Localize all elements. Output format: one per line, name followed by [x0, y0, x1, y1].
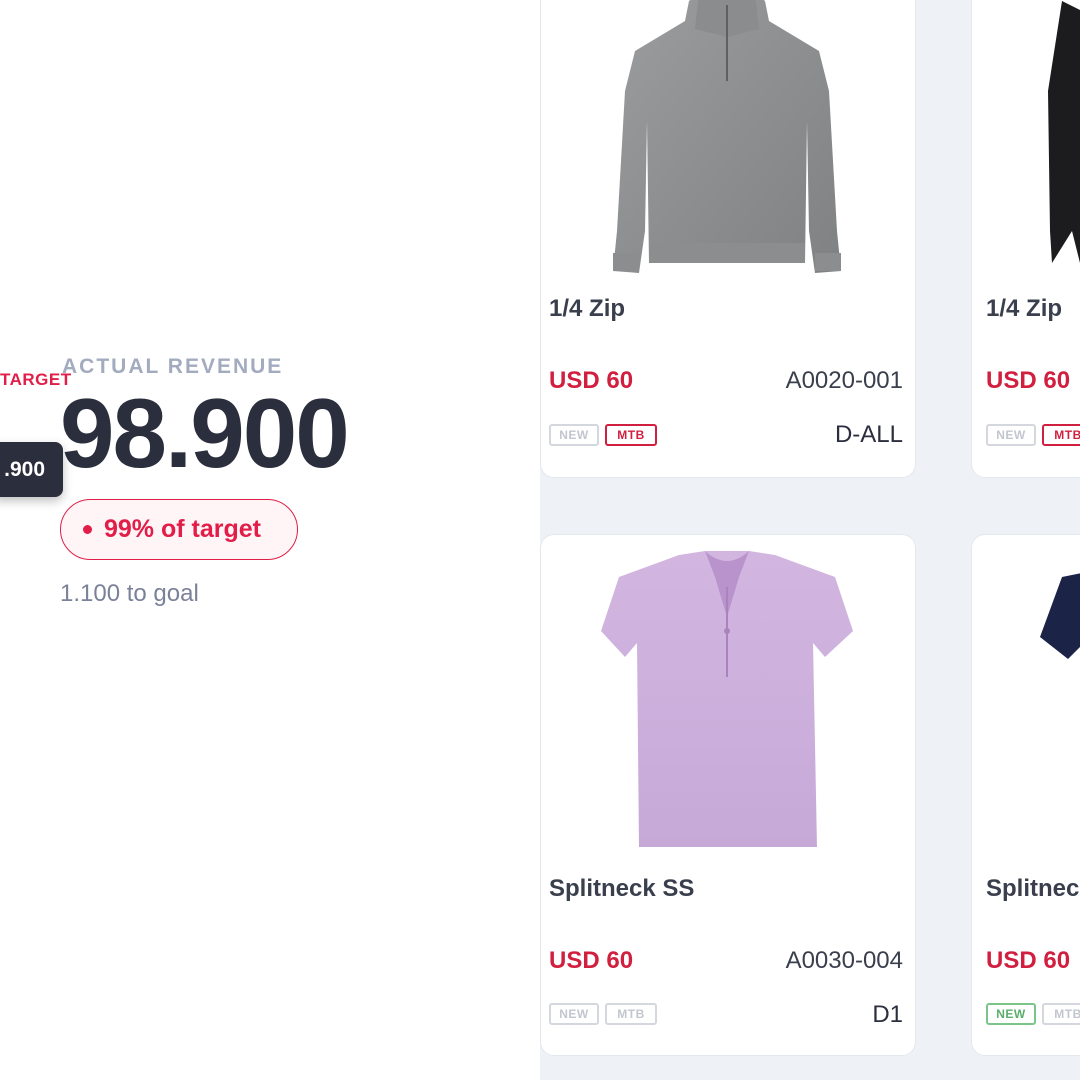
mtb-tag: MTB [605, 1003, 657, 1025]
product-name: 1/4 Zip [549, 295, 626, 322]
mtb-tag: MTB [605, 424, 657, 446]
new-tag: NEW [549, 424, 599, 446]
product-price: USD 60 [549, 367, 634, 394]
new-tag: NEW [986, 424, 1036, 446]
product-name: 1/4 Zip [986, 295, 1063, 322]
product-name: Splitneck SS [549, 875, 695, 902]
actual-revenue-value: 98.900 [60, 378, 350, 488]
new-tag: NEW [986, 1003, 1036, 1025]
stage: TARGET ACTUAL REVENUE 98.900 .900 99% of… [0, 0, 1080, 1080]
target-tooltip-value: .900 [4, 457, 45, 481]
lilac-splitneck-blouse-image [601, 551, 853, 847]
mtb-tag: MTB [1042, 424, 1080, 446]
target-percentage-badge: 99% of target [60, 499, 298, 560]
to-goal-text: 1.100 to goal [60, 580, 199, 607]
target-percentage-text: 99% of target [104, 515, 261, 543]
product-card[interactable]: 1/4 Zip USD 60 A0020-001 NEW MTB D-ALL [540, 0, 916, 478]
product-sku: A0020-001 [785, 367, 903, 394]
navy-splitneck-blouse-image [1040, 573, 1080, 659]
product-card[interactable]: 1/4 Zip USD 60 NEW MTB [971, 0, 1080, 478]
product-card[interactable]: Splitneck SS USD 60 A0030-004 NEW MTB D1 [540, 534, 916, 1056]
new-tag: NEW [549, 1003, 599, 1025]
revenue-summary-panel: TARGET ACTUAL REVENUE 98.900 .900 99% of… [0, 0, 540, 1080]
target-tooltip: .900 [0, 442, 63, 497]
product-card[interactable]: Splitneck SS USD 60 NEW MTB [971, 534, 1080, 1056]
grey-quarter-zip-sweater-image [613, 0, 841, 273]
product-price: USD 60 [986, 947, 1071, 974]
product-price: USD 60 [549, 947, 634, 974]
product-price: USD 60 [986, 367, 1071, 394]
mtb-tag: MTB [1042, 1003, 1080, 1025]
status-dot-icon [83, 525, 92, 534]
black-quarter-zip-sweater-image [1048, 1, 1080, 263]
product-drop: D1 [872, 1001, 903, 1028]
product-sku: A0030-004 [785, 947, 903, 974]
product-name: Splitneck SS [986, 875, 1080, 902]
product-drop: D-ALL [834, 421, 903, 448]
actual-revenue-label: ACTUAL REVENUE [62, 355, 284, 378]
